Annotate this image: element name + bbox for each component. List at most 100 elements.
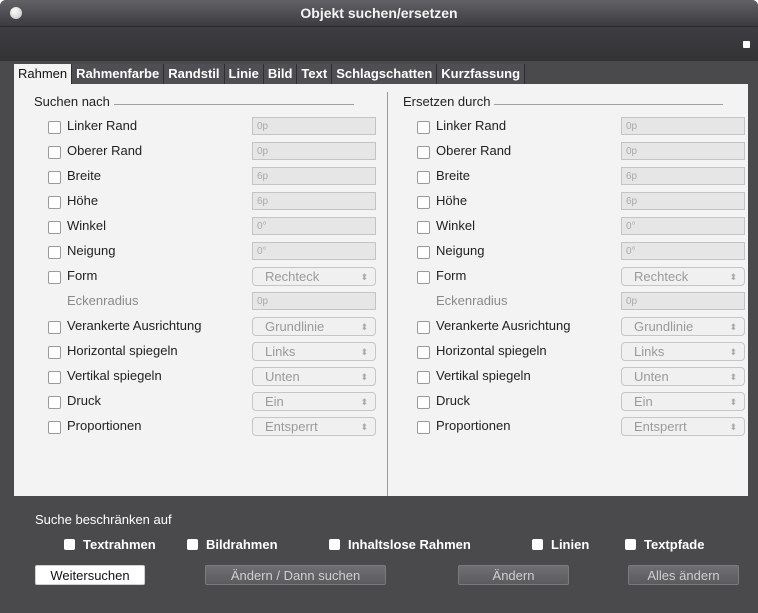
search-field-hoehe[interactable]: 6p [252, 192, 376, 210]
search-label-eckenradius: Eckenradius [67, 293, 139, 308]
limit-checkbox[interactable] [329, 539, 340, 550]
tab-rahmen[interactable]: Rahmen [14, 64, 73, 84]
popup-arrows-icon: ⬍ [729, 422, 737, 432]
search-field-eckenradius[interactable]: 0p [252, 292, 376, 310]
replace-label-neigung: Neigung [436, 243, 485, 258]
search-label-druck: Druck [67, 393, 101, 408]
limit-option-bildrahmen[interactable]: Bildrahmen [187, 537, 278, 552]
replace-checkbox-winkel[interactable] [417, 221, 430, 234]
search-row-eckenradius: Eckenradius 0p [48, 291, 378, 316]
search-checkbox-horizontal-spiegeln[interactable] [48, 346, 61, 359]
limit-option-textpfade[interactable]: Textpfade [625, 537, 704, 552]
replace-label-vertikal-spiegeln: Vertikal spiegeln [436, 368, 531, 383]
replace-popup-verankerte-ausrichtung[interactable]: Grundlinie ⬍ [621, 317, 745, 336]
search-checkbox-proportionen[interactable] [48, 421, 61, 434]
search-checkbox-neigung[interactable] [48, 246, 61, 259]
replace-checkbox-verankerte-ausrichtung[interactable] [417, 321, 430, 334]
change-then-find-button[interactable]: Ändern / Dann suchen [205, 565, 386, 585]
replace-checkbox-hoehe[interactable] [417, 196, 430, 209]
popup-value: Grundlinie [634, 319, 694, 334]
replace-popup-proportionen[interactable]: Entsperrt ⬍ [621, 417, 745, 436]
replace-checkbox-form[interactable] [417, 271, 430, 284]
popup-value: Unten [634, 369, 669, 384]
change-all-button[interactable]: Alles ändern [628, 565, 739, 585]
search-field-winkel[interactable]: 0° [252, 217, 376, 235]
replace-popup-druck[interactable]: Ein ⬍ [621, 392, 745, 411]
popup-arrows-icon: ⬍ [729, 372, 737, 382]
replace-checkbox-proportionen[interactable] [417, 421, 430, 434]
search-checkbox-form[interactable] [48, 271, 61, 284]
tab-rahmenfarbe[interactable]: Rahmenfarbe [72, 64, 165, 84]
limit-checkbox[interactable] [64, 539, 75, 550]
search-field-linker-rand[interactable]: 0p [252, 117, 376, 135]
limit-checkbox[interactable] [625, 539, 636, 550]
tab-linie[interactable]: Linie [224, 64, 264, 84]
search-checkbox-oberer-rand[interactable] [48, 146, 61, 159]
replace-field-linker-rand[interactable]: 0p [621, 117, 745, 135]
search-popup-druck[interactable]: Ein ⬍ [252, 392, 376, 411]
replace-field-eckenradius[interactable]: 0p [621, 292, 745, 310]
limit-label: Textpfade [644, 537, 705, 552]
replace-checkbox-horizontal-spiegeln[interactable] [417, 346, 430, 359]
replace-checkbox-neigung[interactable] [417, 246, 430, 259]
replace-row-vertikal-spiegeln: Vertikal spiegeln Unten ⬍ [417, 366, 747, 391]
replace-field-winkel[interactable]: 0° [621, 217, 745, 235]
popup-arrows-icon: ⬍ [729, 322, 737, 332]
limit-checkbox[interactable] [187, 539, 198, 550]
replace-group-title: Ersetzen durch [403, 94, 495, 109]
replace-popup-vertikal-spiegeln[interactable]: Unten ⬍ [621, 367, 745, 386]
search-field-neigung[interactable]: 0° [252, 242, 376, 260]
replace-field-neigung[interactable]: 0° [621, 242, 745, 260]
tab-bar: Rahmen Rahmenfarbe Randstil Linie Bild T… [14, 64, 526, 84]
limit-option-inhaltslose-rahmen[interactable]: Inhaltslose Rahmen [329, 537, 471, 552]
replace-row-eckenradius: Eckenradius 0p [417, 291, 747, 316]
limit-option-textrahmen[interactable]: Textrahmen [64, 537, 156, 552]
search-checkbox-linker-rand[interactable] [48, 121, 61, 134]
replace-popup-horizontal-spiegeln[interactable]: Links ⬍ [621, 342, 745, 361]
search-checkbox-winkel[interactable] [48, 221, 61, 234]
tab-bild[interactable]: Bild [263, 64, 298, 84]
replace-field-breite[interactable]: 6p [621, 167, 745, 185]
replace-popup-form[interactable]: Rechteck ⬍ [621, 267, 745, 286]
limit-option-linien[interactable]: Linien [532, 537, 589, 552]
search-checkbox-druck[interactable] [48, 396, 61, 409]
title-bar: Objekt suchen/ersetzen [0, 0, 758, 27]
collapse-toolbar-button[interactable] [743, 41, 750, 48]
search-checkbox-breite[interactable] [48, 171, 61, 184]
replace-field-oberer-rand[interactable]: 0p [621, 142, 745, 160]
window-title: Objekt suchen/ersetzen [300, 5, 458, 21]
search-popup-form[interactable]: Rechteck ⬍ [252, 267, 376, 286]
replace-checkbox-breite[interactable] [417, 171, 430, 184]
replace-checkbox-linker-rand[interactable] [417, 121, 430, 134]
tab-schlagschatten[interactable]: Schlagschatten [332, 64, 438, 84]
tab-text[interactable]: Text [297, 64, 333, 84]
search-label-linker-rand: Linker Rand [67, 118, 138, 133]
change-button[interactable]: Ändern [458, 565, 569, 585]
search-row-horizontal-spiegeln: Horizontal spiegeln Links ⬍ [48, 341, 378, 366]
search-row-oberer-rand: Oberer Rand 0p [48, 141, 378, 166]
tab-kurzfassung[interactable]: Kurzfassung [437, 64, 526, 84]
search-checkbox-verankerte-ausrichtung[interactable] [48, 321, 61, 334]
find-next-button[interactable]: Weitersuchen [35, 565, 145, 585]
tab-randstil[interactable]: Randstil [164, 64, 225, 84]
search-label-neigung: Neigung [67, 243, 116, 258]
tab-panel: Suchen nach Linker Rand 0p Oberer Rand 0… [14, 84, 748, 496]
search-checkbox-hoehe[interactable] [48, 196, 61, 209]
search-popup-vertikal-spiegeln[interactable]: Unten ⬍ [252, 367, 376, 386]
search-popup-verankerte-ausrichtung[interactable]: Grundlinie ⬍ [252, 317, 376, 336]
toolbar [0, 27, 758, 61]
replace-checkbox-druck[interactable] [417, 396, 430, 409]
popup-arrows-icon: ⬍ [360, 322, 368, 332]
search-field-oberer-rand[interactable]: 0p [252, 142, 376, 160]
search-popup-horizontal-spiegeln[interactable]: Links ⬍ [252, 342, 376, 361]
limit-checkbox[interactable] [532, 539, 543, 550]
replace-checkbox-oberer-rand[interactable] [417, 146, 430, 159]
replace-checkbox-vertikal-spiegeln[interactable] [417, 371, 430, 384]
replace-field-hoehe[interactable]: 6p [621, 192, 745, 210]
search-field-breite[interactable]: 6p [252, 167, 376, 185]
replace-label-breite: Breite [436, 168, 470, 183]
replace-label-proportionen: Proportionen [436, 418, 511, 433]
popup-value: Grundlinie [265, 319, 325, 334]
search-popup-proportionen[interactable]: Entsperrt ⬍ [252, 417, 376, 436]
search-checkbox-vertikal-spiegeln[interactable] [48, 371, 61, 384]
